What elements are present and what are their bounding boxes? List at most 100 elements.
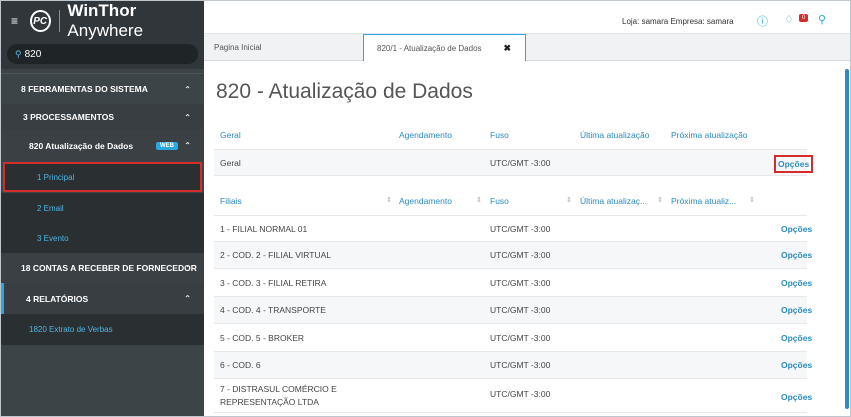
sidebar-item-label: 2 Email [37,203,64,213]
search-icon: ⚲ [15,48,22,59]
row-name: 6 - COD. 6 [220,360,261,370]
row-name: 1 - FILIAL NORMAL 01 [220,224,308,234]
sidebar-item-extrato[interactable]: 1820 Extrato de Verbas [1,314,204,345]
filiais-table-header: Filiais ⇕ Agendamento ⇕ Fuso ⇕ Última at… [214,189,807,213]
help-icon[interactable]: ⓘ [757,13,768,29]
search-input[interactable]: ⚲ 820 [7,44,198,64]
opcoes-link[interactable]: Opções [781,382,812,412]
row-fuso: UTC/GMT -3:00 [490,333,551,343]
sort-icon[interactable]: ⇕ [386,189,392,213]
opcoes-link[interactable]: Opções [774,155,814,173]
table-row: Geral UTC/GMT -3:00 Opções [214,149,814,176]
col-proxima: Próxima atualização [671,130,748,140]
row-fuso: UTC/GMT -3:00 [490,305,551,315]
opcoes-link[interactable]: Opções [781,352,812,379]
tab-atualizacao[interactable]: 820/1 - Atualização de Dados ✖ [363,34,526,61]
row-fuso: UTC/GMT -3:00 [490,389,551,399]
sidebar-item-principal[interactable]: 1 Principal [3,162,202,192]
sidebar-item-label: 3 Evento [37,233,69,243]
row-name: Geral [220,158,241,168]
brand-bar: ≡ PC WinThor Anywhere [1,1,204,41]
chevron-up-icon: ⌃ [184,141,191,150]
row-name: 7 - DISTRASUL COMÉRCIO E [220,384,337,394]
tab-home[interactable]: Pagina Inicial [214,34,262,61]
tab-home-label: Pagina Inicial [214,43,262,52]
table-row: 2 - COD. 2 - FILIAL VIRTUAL UTC/GMT -3:0… [214,242,812,269]
col-ultima: Última atualização [580,130,650,140]
menu-icon[interactable]: ≡ [11,14,24,28]
brand-divider [58,10,60,32]
table-row: 5 - COD. 5 - BROKER UTC/GMT -3:00 Opções [214,324,812,352]
geral-table-header: Geral Agendamento Fuso Última atualizaçã… [214,123,807,147]
col-agendamento: Agendamento [399,130,452,140]
sort-icon[interactable]: ⇕ [476,189,482,213]
page-title: 820 - Atualização de Dados [216,80,473,103]
web-badge: WEB [156,141,178,150]
notification-badge: 0 [799,14,809,22]
opcoes-link[interactable]: Opções [781,269,812,297]
row-fuso: UTC/GMT -3:00 [490,250,551,260]
col-ultima: Última atualizaç... [580,196,648,206]
chevron-up-icon: ⌃ [184,112,191,122]
sidebar-item-email[interactable]: 2 Email [1,193,204,223]
chevron-up-icon: ⌃ [184,294,191,303]
row-fuso: UTC/GMT -3:00 [490,360,551,370]
menu-contas-label: 18 CONTAS A RECEBER DE FORNECEDOR [21,263,197,273]
tab-bar: Pagina Inicial 820/1 - Atualização de Da… [204,34,850,61]
row-fuso: UTC/GMT -3:00 [490,278,551,288]
col-filiais: Filiais [220,196,242,206]
col-agendamento: Agendamento [399,196,452,206]
search-area: ⚲ 820 [1,41,204,69]
tab-atualizacao-label: 820/1 - Atualização de Dados [377,43,482,53]
menu-ferramentas[interactable]: 8 FERRAMENTAS DO SISTEMA ⌃ [1,73,204,104]
col-proxima: Próxima atualiz... [671,196,737,206]
table-row: 3 - COD. 3 - FILIAL RETIRA UTC/GMT -3:00… [214,269,812,297]
col-geral: Geral [220,130,241,140]
scrollbar[interactable] [845,69,849,409]
menu-relatorios[interactable]: 4 RELATÓRIOS ⌃ [1,283,204,314]
sidebar: ≡ PC WinThor Anywhere ⚲ 820 8 FERRAMENTA… [1,1,204,416]
top-bar: Loja: samara Empresa: samara ⓘ ♢ 0 ⚲ [204,1,850,34]
sort-icon[interactable]: ⇕ [657,189,663,213]
user-icon[interactable]: ⚲ [818,13,826,26]
sidebar-item-label: 1 Principal [37,172,75,182]
row-name: 2 - COD. 2 - FILIAL VIRTUAL [220,250,332,260]
menu-processamentos-label: 3 PROCESSAMENTOS [23,112,115,122]
col-fuso: Fuso [490,130,509,140]
row-name-line2: REPRESENTAÇÃO LTDA [220,397,319,407]
menu-atualizacao[interactable]: 820 Atualização de Dados WEB ⌃ [1,130,204,161]
sidebar-item-label: 1820 Extrato de Verbas [29,325,113,334]
menu-atualizacao-label: 820 Atualização de Dados [29,140,134,151]
opcoes-link[interactable]: Opções [781,242,812,269]
table-row: 1 - FILIAL NORMAL 01 UTC/GMT -3:00 Opçõe… [214,215,812,242]
opcoes-link[interactable]: Opções [781,216,812,243]
chevron-up-icon: ⌃ [184,84,191,94]
pc-logo: PC [29,10,51,32]
sort-icon[interactable]: ⇕ [749,189,755,213]
row-name: 4 - COD. 4 - TRANSPORTE [220,305,326,315]
app-window: ≡ PC WinThor Anywhere ⚲ 820 8 FERRAMENTA… [0,0,851,417]
chevron-up-icon: ⌃ [183,263,190,273]
brand-title: WinThor Anywhere [67,1,144,40]
menu-relatorios-label: 4 RELATÓRIOS [26,293,89,304]
close-icon[interactable]: ✖ [503,43,511,54]
sort-icon[interactable]: ⇕ [566,189,572,213]
col-fuso: Fuso [490,196,509,206]
opcoes-link[interactable]: Opções [781,297,812,324]
menu-contas[interactable]: 18 CONTAS A RECEBER DE FORNECEDOR ⌃ [1,253,204,283]
row-name: 5 - COD. 5 - BROKER [220,333,305,343]
table-row: 4 - COD. 4 - TRANSPORTE UTC/GMT -3:00 Op… [214,297,812,324]
opcoes-link[interactable]: Opções [781,324,812,352]
bell-icon[interactable]: ♢ [784,13,794,26]
menu-ferramentas-label: 8 FERRAMENTAS DO SISTEMA [21,84,148,94]
main-content: 820 - Atualização de Dados Geral Agendam… [204,61,850,416]
sidebar-item-evento[interactable]: 3 Evento [1,223,204,253]
row-name: 3 - COD. 3 - FILIAL RETIRA [220,278,327,288]
row-fuso: UTC/GMT -3:00 [490,158,551,168]
search-value: 820 [24,48,42,60]
menu-processamentos[interactable]: 3 PROCESSAMENTOS ⌃ [1,104,204,130]
store-company-info: Loja: samara Empresa: samara [622,17,734,26]
table-row: 7 - DISTRASUL COMÉRCIO E REPRESENTAÇÃO L… [214,379,812,413]
table-row: 6 - COD. 6 UTC/GMT -3:00 Opções [214,352,812,379]
row-fuso: UTC/GMT -3:00 [490,224,551,234]
